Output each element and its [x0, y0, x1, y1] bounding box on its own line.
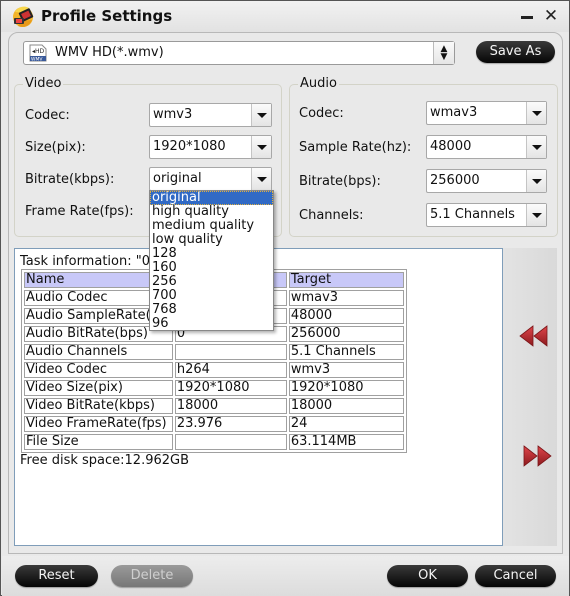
- audio-channels-label: Channels:: [299, 208, 364, 223]
- dropdown-option[interactable]: low quality: [150, 233, 273, 247]
- row-name: Video BitRate(kbps): [24, 398, 173, 414]
- video-framerate-label: Frame Rate(fps):: [25, 204, 134, 219]
- chevron-down-icon[interactable]: [526, 170, 546, 192]
- window-title: Profile Settings: [41, 7, 173, 25]
- dropdown-option[interactable]: 160: [150, 261, 273, 275]
- table-row: Video Size(pix) 1920*1080 1920*1080: [24, 380, 404, 396]
- audio-samplerate-select[interactable]: 48000: [426, 135, 547, 159]
- row-name: File Size: [24, 434, 173, 450]
- dropdown-option[interactable]: 256: [150, 275, 273, 289]
- double-right-arrow-icon[interactable]: [522, 445, 552, 467]
- audio-bitrate-value: 256000: [430, 173, 480, 188]
- row-source: h264: [174, 362, 287, 378]
- row-source: [174, 434, 287, 450]
- row-target: 24: [288, 416, 404, 432]
- row-target: 1920*1080: [288, 380, 404, 396]
- ok-button[interactable]: OK: [387, 565, 468, 587]
- row-target: 63.114MB: [288, 434, 404, 450]
- table-row: Audio Channels 5.1 Channels: [24, 344, 404, 360]
- video-codec-value: wmv3: [153, 107, 193, 122]
- chevron-down-icon[interactable]: [251, 104, 271, 126]
- save-as-button[interactable]: Save As: [476, 41, 555, 63]
- row-name: Audio Channels: [24, 344, 173, 360]
- audio-codec-select[interactable]: wmav3: [426, 101, 547, 125]
- video-codec-select[interactable]: wmv3: [149, 103, 272, 127]
- double-left-arrow-icon[interactable]: [519, 325, 549, 347]
- audio-channels-value: 5.1 Channels: [430, 207, 515, 222]
- audio-samplerate-label: Sample Rate(hz):: [299, 140, 412, 155]
- chevron-down-icon[interactable]: [251, 136, 271, 158]
- free-disk-space: Free disk space:12.962GB: [20, 453, 190, 468]
- audio-bitrate-select[interactable]: 256000: [426, 169, 547, 193]
- video-bitrate-dropdown-list[interactable]: original high quality medium quality low…: [149, 190, 274, 331]
- row-target: wmav3: [288, 290, 404, 306]
- row-name: Video FrameRate(fps): [24, 416, 173, 432]
- dropdown-option[interactable]: 96: [150, 317, 273, 331]
- dropdown-option[interactable]: 128: [150, 247, 273, 261]
- audio-bitrate-label: Bitrate(bps):: [299, 174, 381, 189]
- row-target: 256000: [288, 326, 404, 342]
- row-source: [174, 344, 287, 360]
- chevron-down-icon[interactable]: [251, 168, 271, 190]
- table-row: Video FrameRate(fps) 23.976 24: [24, 416, 404, 432]
- video-size-label: Size(pix):: [25, 140, 86, 155]
- dropdown-option[interactable]: high quality: [150, 205, 273, 219]
- row-target: 48000: [288, 308, 404, 324]
- task-information-label: Task information: "00: [20, 254, 159, 269]
- column-header-target: Target: [288, 272, 404, 288]
- side-strip: [503, 248, 557, 546]
- svg-text:WMV: WMV: [31, 57, 43, 63]
- video-bitrate-label: Bitrate(kbps):: [25, 172, 115, 187]
- row-target: 5.1 Channels: [288, 344, 404, 360]
- audio-codec-label: Codec:: [299, 106, 344, 121]
- video-codec-label: Codec:: [25, 108, 70, 123]
- row-name: Video Size(pix): [24, 380, 173, 396]
- video-size-select[interactable]: 1920*1080: [149, 135, 272, 159]
- audio-codec-value: wmav3: [430, 105, 478, 120]
- wmv-hd-file-icon: ◂HD WMV: [29, 44, 47, 63]
- app-icon: [13, 6, 34, 28]
- table-row: File Size 63.114MB: [24, 434, 404, 450]
- video-size-value: 1920*1080: [153, 139, 226, 154]
- profile-format-spinner[interactable]: ▲ ▼: [433, 42, 454, 64]
- row-target: 18000: [288, 398, 404, 414]
- chevron-down-icon[interactable]: [526, 102, 546, 124]
- minimize-button[interactable]: [519, 9, 535, 25]
- row-source: 23.976: [174, 416, 287, 432]
- close-button[interactable]: ✕: [542, 6, 560, 26]
- video-bitrate-select[interactable]: original: [149, 167, 272, 191]
- chevron-down-icon[interactable]: [526, 136, 546, 158]
- profile-settings-window: Profile Settings ✕ ◂HD WMV WMV HD(*.wmv)…: [0, 0, 570, 596]
- dropdown-option[interactable]: original: [150, 191, 273, 205]
- chevron-down-icon[interactable]: [526, 204, 546, 226]
- audio-channels-select[interactable]: 5.1 Channels: [426, 203, 547, 227]
- audio-samplerate-value: 48000: [430, 139, 472, 154]
- profile-format-select[interactable]: ◂HD WMV WMV HD(*.wmv) ▲ ▼: [23, 41, 455, 65]
- svg-text:◂HD: ◂HD: [32, 48, 45, 55]
- row-name: Video Codec: [24, 362, 173, 378]
- title-bar[interactable]: Profile Settings ✕: [1, 1, 569, 32]
- row-target: wmv3: [288, 362, 404, 378]
- table-row: Video BitRate(kbps) 18000 18000: [24, 398, 404, 414]
- dropdown-option[interactable]: 700: [150, 289, 273, 303]
- delete-button[interactable]: Delete: [111, 565, 193, 587]
- dropdown-option[interactable]: medium quality: [150, 219, 273, 233]
- row-source: 1920*1080: [174, 380, 287, 396]
- dropdown-option[interactable]: 768: [150, 303, 273, 317]
- table-row: Video Codec h264 wmv3: [24, 362, 404, 378]
- video-group-label: Video: [23, 76, 64, 91]
- cancel-button[interactable]: Cancel: [475, 565, 556, 587]
- profile-format-value: WMV HD(*.wmv): [55, 45, 164, 60]
- video-bitrate-value: original: [153, 171, 202, 186]
- audio-group-label: Audio: [298, 76, 339, 91]
- row-source: 18000: [174, 398, 287, 414]
- reset-button[interactable]: Reset: [15, 565, 98, 587]
